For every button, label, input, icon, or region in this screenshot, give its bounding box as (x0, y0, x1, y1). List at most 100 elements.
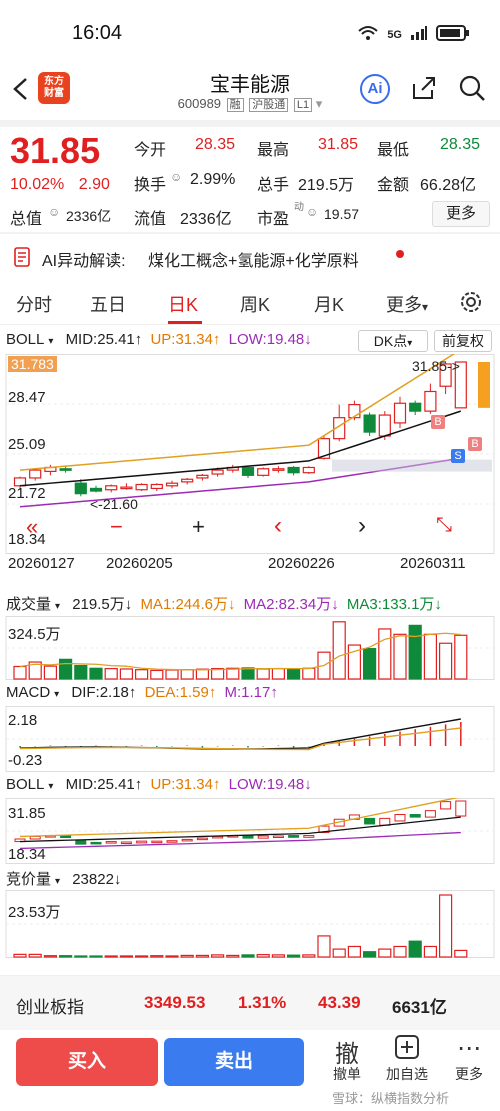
buy-button[interactable]: 买入 (16, 1038, 158, 1086)
auction-value: 23822↓ (72, 871, 122, 888)
info-icon[interactable]: ☺ (48, 205, 60, 219)
candle-body (105, 485, 118, 491)
boll-candle (440, 801, 452, 810)
add-watchlist-button[interactable]: 加自选 (382, 1034, 432, 1084)
volume-bar (256, 668, 270, 680)
stock-code: 600989 (177, 96, 222, 111)
candle-body (302, 466, 315, 474)
info-icon[interactable]: ☺ (306, 205, 318, 219)
auction-bar (104, 955, 118, 958)
boll-candle (288, 835, 300, 838)
pe-sup: 动 (294, 202, 304, 213)
tab-weekly-k[interactable]: 周K (240, 291, 270, 317)
index-value: 3349.53 (144, 993, 206, 1012)
mktcap-label: 总值 (10, 211, 43, 228)
macd-selector[interactable]: MACD ▾ (6, 684, 63, 701)
candle-body (211, 469, 224, 475)
tab-daily-k[interactable]: 日K (168, 291, 198, 317)
ai-banner[interactable]: AI异动解读: 煤化工概念+氢能源+化学原料 (0, 236, 500, 276)
candle-body (363, 414, 376, 433)
volume-ma3: MA3:133.1万↓ (346, 596, 442, 613)
search-icon[interactable] (458, 74, 486, 107)
auction-y-top: 23.53万 (8, 904, 61, 921)
dk-selector[interactable]: DK点▾ (358, 330, 428, 352)
volume-bar (287, 668, 301, 680)
auction-bar (211, 954, 225, 958)
fullscreen-icon[interactable]: ⤡ (436, 514, 452, 537)
tag-connect: 沪股通 (249, 98, 289, 112)
volume-bar (363, 648, 377, 680)
macd-y-top: 2.18 (8, 712, 38, 729)
info-icon[interactable]: ☺ (170, 170, 182, 184)
open-value: 28.35 (195, 136, 236, 153)
candle-body (409, 402, 422, 412)
adjust-selector[interactable]: 前复权 (434, 330, 492, 352)
more-actions-button[interactable]: ⋯ 更多 (444, 1034, 494, 1084)
boll-candle (379, 817, 391, 826)
volume-bar (439, 642, 453, 680)
y-label-2: 25.09 (8, 436, 46, 453)
boll-y-top: 31.85 (8, 805, 46, 822)
chevron-down-icon[interactable]: ▾ (316, 96, 323, 111)
boll-chart[interactable] (0, 798, 500, 864)
volume-label: 总手 (257, 177, 290, 194)
boll-legend: BOLL ▾ MID:25.41↑ UP:31.34↑ LOW:19.48↓ (6, 776, 316, 793)
tab-five-day[interactable]: 五日 (90, 291, 126, 317)
date-label: 20260127 (8, 555, 75, 572)
auction-bar (271, 954, 285, 958)
auction-selector[interactable]: 竞价量 ▾ (6, 871, 64, 888)
zoom-out-icon[interactable]: − (110, 514, 123, 540)
macd-dif: DIF:2.18↑ (71, 684, 137, 701)
auction-bar (423, 945, 437, 958)
signal-icon (410, 25, 428, 44)
candle-body (424, 390, 437, 412)
buy-badge[interactable]: B (431, 415, 445, 429)
amount-value: 66.28亿 (420, 177, 477, 194)
rewind-icon[interactable]: « (26, 514, 38, 540)
volume-value: 219.5万 (298, 177, 355, 194)
ai-assistant-button[interactable]: Ai (360, 74, 390, 104)
more-quote-button[interactable]: 更多 (432, 201, 490, 227)
boll-candle (257, 835, 269, 839)
volume-chart[interactable] (0, 616, 500, 680)
change-pct: 10.02% (10, 176, 65, 193)
volume-bar (302, 667, 316, 680)
auction-chart[interactable] (0, 890, 500, 958)
index-ticker[interactable]: 创业板指 3349.53 1.31% 43.39 6631亿 (0, 976, 500, 1030)
auction-bar (226, 954, 240, 958)
watermark: 雪球：纵横指数分析 (332, 1091, 450, 1106)
volume-selector[interactable]: 成交量 ▾ (6, 596, 64, 613)
zoom-in-icon[interactable]: + (192, 514, 205, 540)
tab-intraday[interactable]: 分时 (16, 291, 52, 317)
tab-monthly-k[interactable]: 月K (314, 291, 344, 317)
volume-bar (393, 633, 407, 680)
macd-dif-line (19, 718, 461, 750)
tab-more[interactable]: 更多▾ (386, 291, 428, 317)
share-icon[interactable] (410, 74, 438, 107)
boll-selector[interactable]: BOLL ▾ (6, 331, 57, 348)
auction-bar (13, 953, 27, 958)
auction-bar (28, 953, 42, 958)
sell-button[interactable]: 卖出 (164, 1038, 304, 1086)
buy-badge[interactable]: B (468, 437, 482, 451)
next-icon[interactable]: › (358, 512, 366, 540)
volume-legend: 成交量 ▾ 219.5万↓ MA1:244.6万↓ MA2:82.34万↓ MA3… (6, 593, 446, 614)
low-price-marker: <-21.60 (90, 496, 138, 512)
candle-body (241, 466, 255, 476)
auction-bar (256, 954, 270, 958)
candle-body (89, 487, 103, 492)
macd-chart[interactable] (0, 706, 500, 772)
last-price-marker: 31.85-> (412, 358, 460, 374)
volume-bar (58, 658, 73, 680)
sell-badge[interactable]: S (451, 449, 465, 463)
boll2-low: LOW:19.48↓ (228, 776, 312, 793)
prev-icon[interactable]: ‹ (274, 512, 282, 540)
boll2-selector[interactable]: BOLL ▾ (6, 776, 57, 793)
boll-candle (120, 841, 132, 844)
index-name: 创业板指 (16, 998, 84, 1017)
volume-value: 219.5万↓ (72, 596, 133, 613)
gear-icon[interactable] (458, 289, 484, 320)
boll-candle (424, 810, 436, 818)
battery-icon (436, 24, 470, 45)
cancel-order-button[interactable]: 撤 撤单 (322, 1034, 372, 1084)
